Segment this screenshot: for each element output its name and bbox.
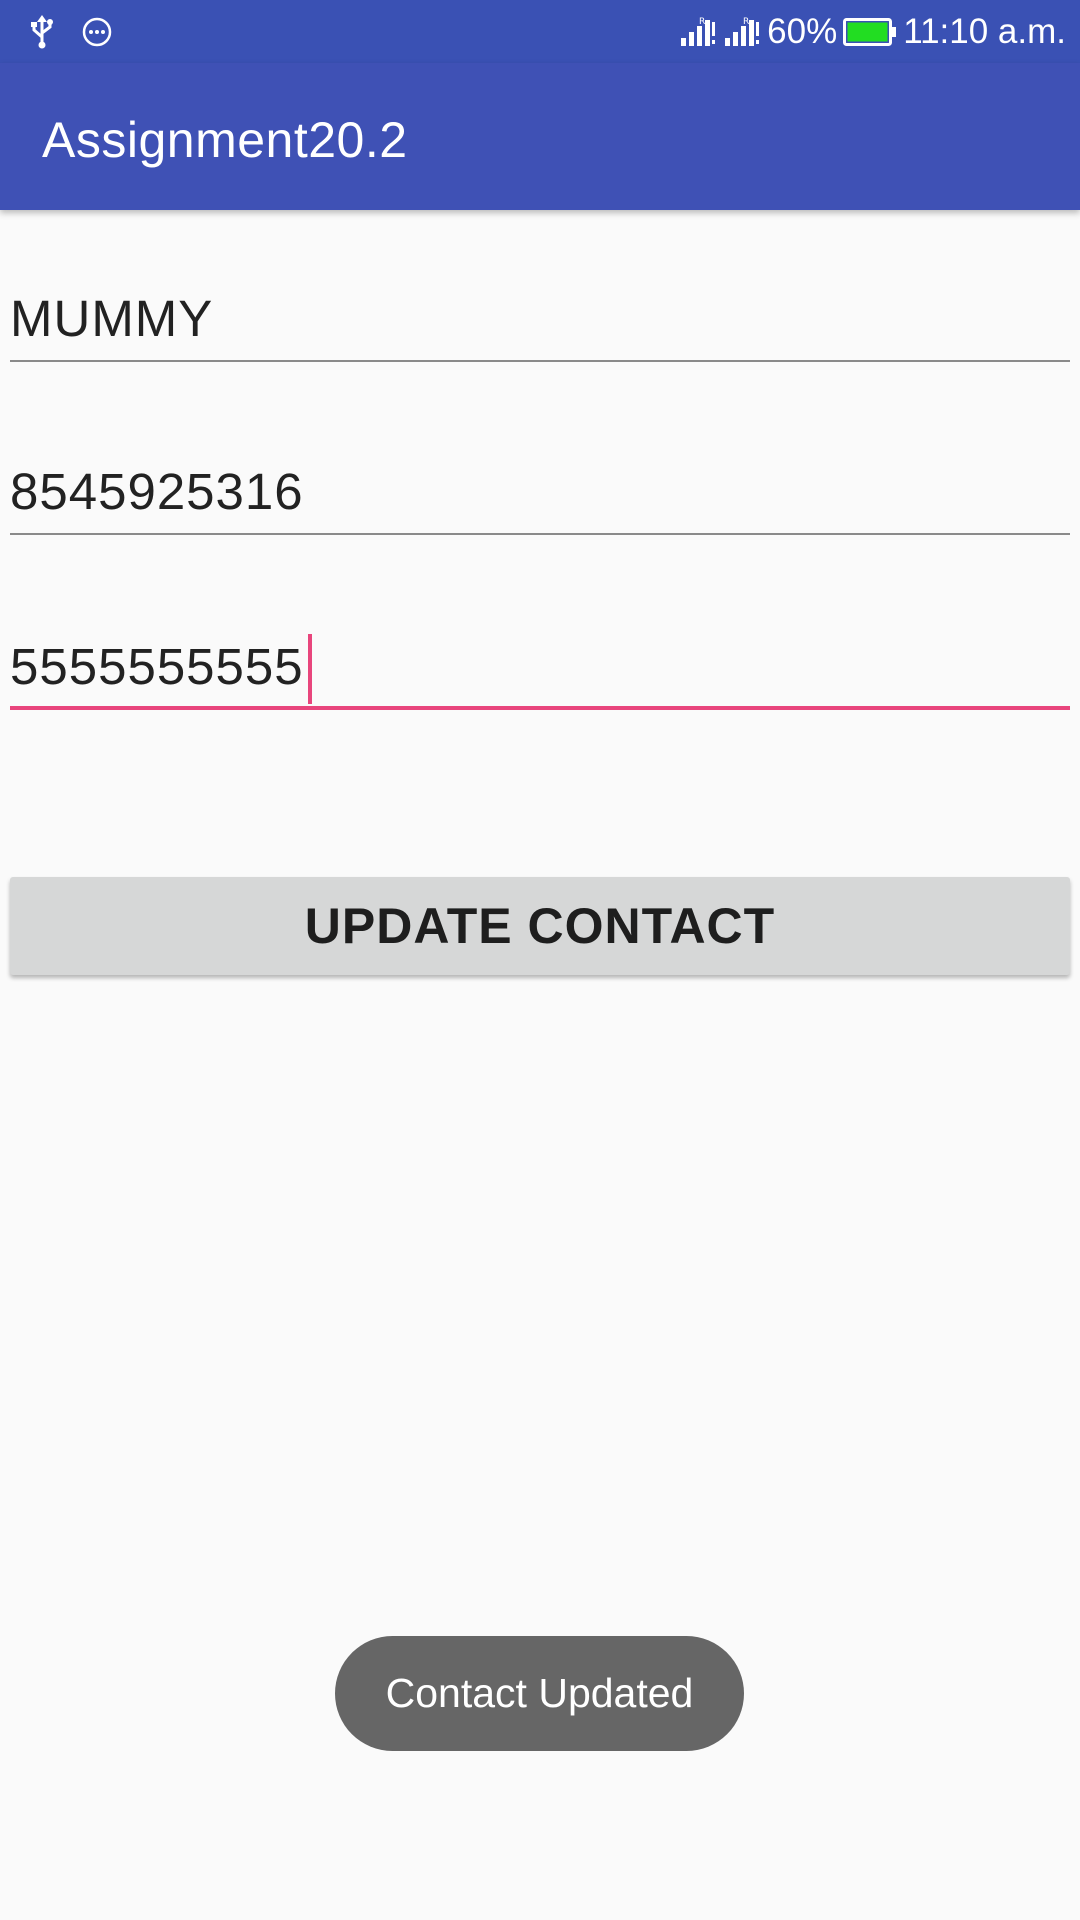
- status-bar: R R 60% 11:10 a.m.: [0, 0, 1080, 63]
- update-contact-button[interactable]: UPDATE CONTACT: [10, 877, 1070, 975]
- svg-text:R: R: [699, 17, 705, 27]
- battery-percent: 60%: [767, 12, 838, 51]
- battery-icon: [843, 17, 897, 47]
- usb-icon: [28, 15, 56, 49]
- name-field-underline: [10, 360, 1070, 362]
- more-horiz-circle-icon: [82, 17, 112, 47]
- signal-r-icon: R: [679, 16, 717, 48]
- app-bar: Assignment20.2: [0, 63, 1080, 210]
- phone-field-underline: [10, 533, 1070, 535]
- new-phone-field[interactable]: 5555555555: [10, 620, 1070, 710]
- svg-text:R: R: [743, 17, 749, 27]
- new-phone-field-underline: [10, 706, 1070, 710]
- new-phone-field-wrapper: 5555555555: [10, 634, 312, 704]
- status-left: [28, 12, 112, 52]
- app-title: Assignment20.2: [42, 112, 408, 168]
- status-right: R R 60% 11:10 a.m.: [679, 10, 1066, 54]
- text-cursor: [307, 634, 312, 704]
- phone-field[interactable]: 8545925316: [10, 445, 1070, 535]
- toast: Contact Updated: [335, 1636, 744, 1751]
- status-time: 11:10 a.m.: [903, 12, 1066, 51]
- toast-message: Contact Updated: [385, 1670, 694, 1716]
- name-field[interactable]: MUMMY: [10, 272, 1070, 362]
- name-field-value: MUMMY: [10, 290, 214, 347]
- signal-r-icon-2: R: [723, 16, 761, 48]
- screen: R R 60% 11:10 a.m. Assignment20.2 MUMMY …: [0, 0, 1080, 1920]
- new-phone-field-value: 5555555555: [10, 638, 304, 695]
- phone-field-value: 8545925316: [10, 463, 304, 520]
